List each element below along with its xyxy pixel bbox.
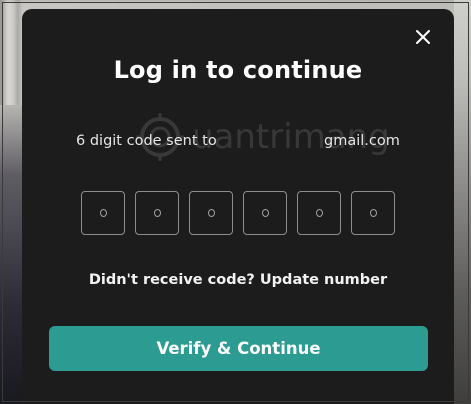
otp-placeholder-icon <box>261 209 269 217</box>
code-sent-email: gmail.com <box>324 133 400 149</box>
otp-digit-1[interactable] <box>81 191 125 235</box>
otp-digit-4[interactable] <box>243 191 287 235</box>
resend-text: Didn't receive code? <box>88 272 255 288</box>
verify-continue-button[interactable]: Verify & Continue <box>49 326 428 371</box>
resend-row: Didn't receive code? Update number <box>22 272 454 288</box>
otp-placeholder-icon <box>207 209 215 217</box>
close-icon <box>416 30 430 44</box>
otp-input-group <box>81 191 401 237</box>
update-number-link[interactable]: Update number <box>260 272 387 288</box>
modal-title: Log in to continue <box>113 56 363 84</box>
otp-digit-6[interactable] <box>351 191 395 235</box>
otp-digit-3[interactable] <box>189 191 233 235</box>
page-backdrop-left <box>0 105 22 404</box>
otp-digit-5[interactable] <box>297 191 341 235</box>
otp-digit-2[interactable] <box>135 191 179 235</box>
login-modal: Log in to continue uantrimang 6 digit co… <box>22 9 454 404</box>
code-sent-text: 6 digit code sent to <box>76 133 217 149</box>
otp-placeholder-icon <box>315 209 323 217</box>
otp-placeholder-icon <box>369 209 377 217</box>
otp-placeholder-icon <box>153 209 161 217</box>
page-backdrop-right <box>454 0 471 404</box>
code-sent-info: 6 digit code sent to gmail.com <box>22 133 454 153</box>
otp-placeholder-icon <box>99 209 107 217</box>
close-button[interactable] <box>414 28 432 46</box>
